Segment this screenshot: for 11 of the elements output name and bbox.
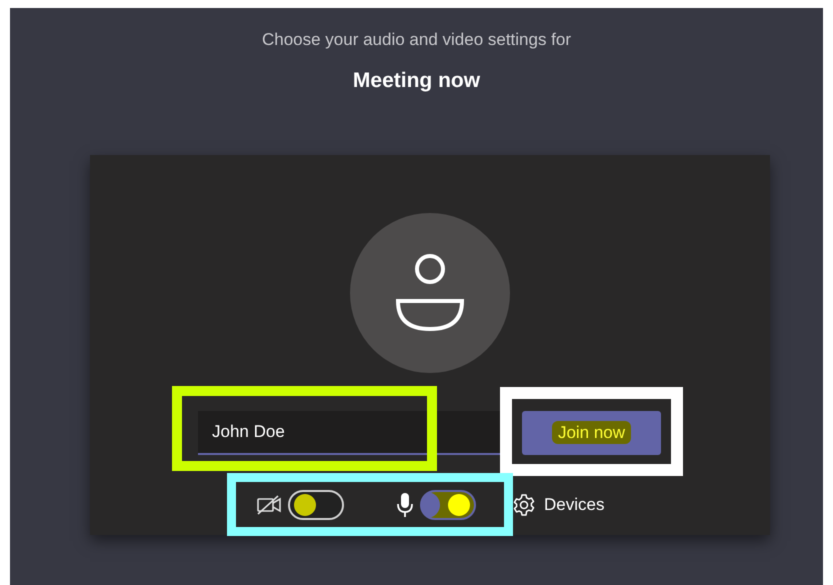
join-button[interactable]: Join now bbox=[522, 411, 661, 455]
camera-toggle[interactable] bbox=[288, 490, 344, 520]
subtitle: Choose your audio and video settings for bbox=[260, 29, 572, 51]
name-field[interactable]: John Doe bbox=[198, 411, 500, 455]
person-icon bbox=[394, 253, 466, 333]
microphone-icon bbox=[396, 492, 414, 518]
camera-off-icon bbox=[256, 494, 282, 516]
settings-icon bbox=[512, 493, 536, 517]
devices-button[interactable]: Devices bbox=[512, 492, 604, 518]
meeting-title: Meeting now bbox=[352, 68, 482, 94]
microphone-toggle[interactable] bbox=[420, 490, 476, 520]
